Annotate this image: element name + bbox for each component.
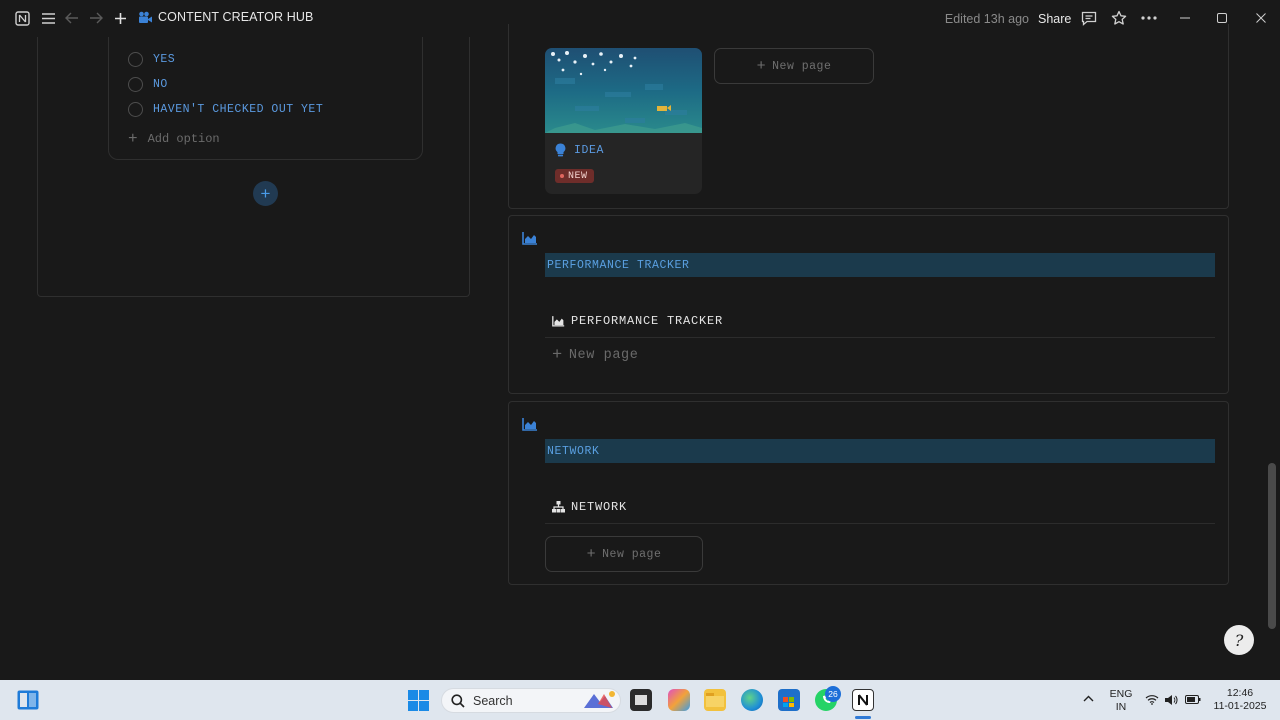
battery-icon[interactable] — [1185, 695, 1201, 704]
help-button[interactable]: ? — [1224, 625, 1254, 655]
plus-icon: + — [552, 346, 563, 365]
sitemap-icon — [552, 501, 565, 513]
page-title[interactable]: CONTENT CREATOR HUB — [138, 10, 313, 24]
radio-circle-icon[interactable] — [128, 52, 143, 67]
menu-icon[interactable] — [40, 10, 56, 26]
add-group-button[interactable]: + — [253, 181, 278, 206]
taskbar-app-store-icon[interactable] — [778, 689, 800, 711]
notion-logo-icon[interactable] — [14, 10, 30, 26]
language-indicator[interactable]: ENG IN — [1108, 688, 1134, 714]
plus-icon: + — [128, 130, 138, 148]
back-arrow-icon[interactable] — [64, 10, 80, 26]
new-page-plus-icon[interactable] — [112, 10, 128, 26]
windows-start-icon[interactable] — [408, 690, 429, 711]
option-label: HAVEN'T CHECKED OUT YET — [153, 103, 324, 116]
language-code: ENG — [1109, 688, 1133, 700]
forward-arrow-icon[interactable] — [88, 10, 104, 26]
video-camera-icon — [138, 11, 153, 24]
chart-area-icon — [522, 418, 537, 431]
whatsapp-notification-badge: 26 — [825, 686, 841, 702]
active-app-indicator — [855, 716, 871, 719]
radio-circle-icon[interactable] — [128, 77, 143, 92]
performance-new-page-button[interactable]: + New page — [552, 346, 638, 365]
tray-chevron-up-icon[interactable] — [1083, 695, 1094, 702]
help-icon: ? — [1234, 630, 1244, 650]
card-cover-image — [545, 48, 702, 133]
performance-tracker-block — [508, 215, 1229, 394]
db-title-text: PERFORMANCE TRACKER — [571, 314, 724, 328]
close-icon[interactable] — [1253, 10, 1269, 26]
new-page-label: New page — [772, 59, 832, 73]
taskbar-app-file-explorer-icon[interactable] — [704, 689, 726, 711]
taskbar-app-copilot-icon[interactable] — [668, 689, 690, 711]
status-badge: NEW — [555, 169, 594, 183]
card-title: IDEA — [555, 143, 604, 157]
option-label: NO — [153, 78, 168, 91]
option-label: YES — [153, 53, 176, 66]
clock-time: 12:46 — [1226, 687, 1254, 699]
plus-icon: + — [260, 183, 271, 203]
wifi-icon[interactable] — [1145, 694, 1159, 705]
taskbar-app-terminal-icon[interactable] — [630, 689, 652, 711]
performance-db-title[interactable]: PERFORMANCE TRACKER — [552, 314, 723, 328]
network-heading: NETWORK — [545, 439, 1215, 463]
plus-icon: + — [586, 545, 597, 563]
search-placeholder: Search — [473, 693, 513, 708]
new-page-label: New page — [602, 547, 662, 561]
windows-taskbar: Search ENG IN 12:46 11-01-2025 — [0, 680, 1280, 720]
taskbar-app-notion-icon[interactable] — [852, 689, 874, 711]
network-new-page-button[interactable]: + New page — [545, 536, 703, 572]
search-icon — [451, 693, 465, 708]
taskbar-app-edge-icon[interactable] — [741, 689, 763, 711]
page-title-text: CONTENT CREATOR HUB — [158, 10, 314, 24]
status-dot — [560, 174, 564, 178]
status-badge-text: NEW — [568, 170, 588, 182]
divider — [545, 523, 1215, 524]
db-title-text: NETWORK — [571, 500, 628, 514]
radio-circle-icon[interactable] — [128, 102, 143, 117]
volume-icon[interactable] — [1164, 694, 1178, 706]
gallery-card-idea[interactable]: IDEA NEW — [545, 48, 702, 194]
new-page-label: New page — [568, 348, 639, 363]
network-db-title[interactable]: NETWORK — [552, 500, 627, 514]
widgets-icon[interactable] — [17, 690, 39, 710]
option-no[interactable]: NO — [128, 77, 168, 92]
region-code: IN — [1115, 701, 1127, 713]
add-option-label: Add option — [147, 132, 220, 146]
add-option-button[interactable]: + Add option — [128, 130, 220, 148]
clock[interactable]: 12:46 11-01-2025 — [1208, 687, 1272, 713]
card-title-text: IDEA — [574, 143, 605, 157]
gallery-new-page-button[interactable]: + New page — [714, 48, 874, 84]
search-highlight-icon[interactable] — [582, 688, 620, 712]
vertical-scrollbar[interactable] — [1268, 463, 1276, 629]
divider — [545, 337, 1215, 338]
clock-date: 11-01-2025 — [1213, 700, 1267, 712]
option-havent-checked[interactable]: HAVEN'T CHECKED OUT YET — [128, 102, 323, 117]
chart-area-icon — [552, 316, 565, 327]
lightbulb-icon — [555, 143, 566, 157]
plus-icon: + — [756, 57, 767, 75]
performance-heading: PERFORMANCE TRACKER — [545, 253, 1215, 277]
chart-area-icon — [522, 232, 537, 245]
option-yes[interactable]: YES — [128, 52, 175, 67]
